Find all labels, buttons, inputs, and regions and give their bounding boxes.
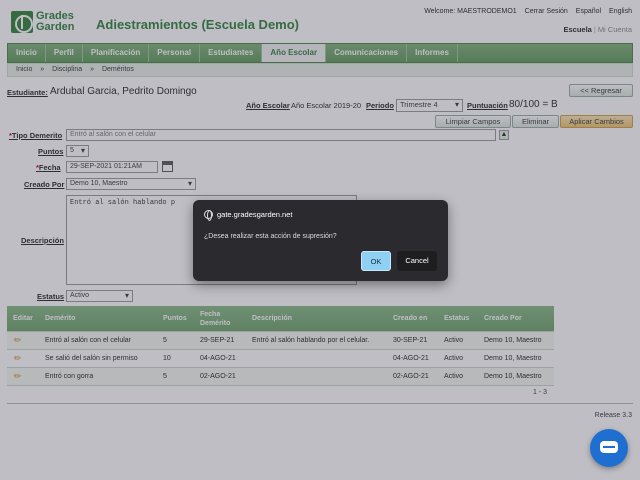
ok-button[interactable]: OK: [361, 251, 391, 271]
cancel-button[interactable]: Cancel: [397, 251, 437, 271]
dialog-message: ¿Desea realizar esta acción de supresión…: [204, 233, 337, 240]
chat-icon[interactable]: [590, 429, 628, 467]
dialog-host-text: gate.gradesgarden.net: [217, 210, 293, 219]
confirm-dialog: gate.gradesgarden.net ¿Desea realizar es…: [193, 200, 448, 281]
dialog-host: gate.gradesgarden.net: [204, 210, 293, 221]
globe-icon: [204, 210, 213, 221]
